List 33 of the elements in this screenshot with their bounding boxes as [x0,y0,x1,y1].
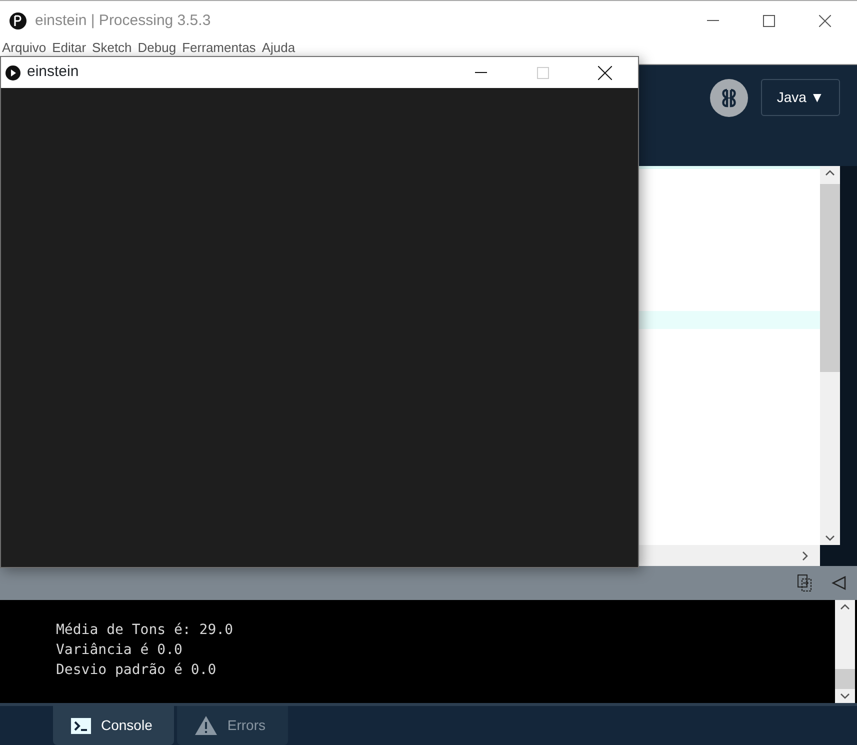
window-title: einstein | Processing 3.5.3 [35,10,211,31]
window-title: einstein [27,62,79,82]
mode-dropdown[interactable]: Java ▼ [761,79,840,116]
minimize-icon [475,72,487,74]
scrollbar-thumb[interactable] [820,184,840,372]
app-logo-icon [9,12,27,30]
close-icon [819,15,831,27]
menu-item[interactable]: Sketch [92,41,132,55]
menu-item[interactable]: Ajuda [262,41,296,55]
menu-item[interactable]: Arquivo [2,41,46,55]
play-icon [5,64,21,80]
console-tab[interactable]: Errors [177,706,288,745]
minimize-icon [707,20,719,22]
console-tab[interactable]: Console [53,706,174,745]
maximize-icon [537,66,549,78]
console-line: Variância é 0.0 [56,641,182,660]
maximize-icon [763,15,775,27]
vertical-scrollbar[interactable] [820,166,840,545]
mode-button[interactable] [710,79,748,117]
horizontal-scrollbar[interactable] [639,545,820,566]
menu-item[interactable]: Editar [52,41,86,55]
menu-item[interactable]: Ferramentas [182,41,256,55]
copy-icon[interactable] [797,574,813,592]
terminal-icon [71,718,91,734]
scroll-right-icon[interactable] [800,550,810,562]
console-scrollbar[interactable] [835,600,855,703]
console-line: Desvio padrão é 0.0 [56,661,216,680]
warning-icon [195,716,218,735]
menu-item[interactable]: Debug [138,41,176,55]
close-icon [598,66,612,80]
collapse-icon[interactable] [831,575,847,591]
scrollbar-thumb[interactable] [835,669,855,689]
console-line: Média de Tons é: 29.0 [56,621,234,640]
